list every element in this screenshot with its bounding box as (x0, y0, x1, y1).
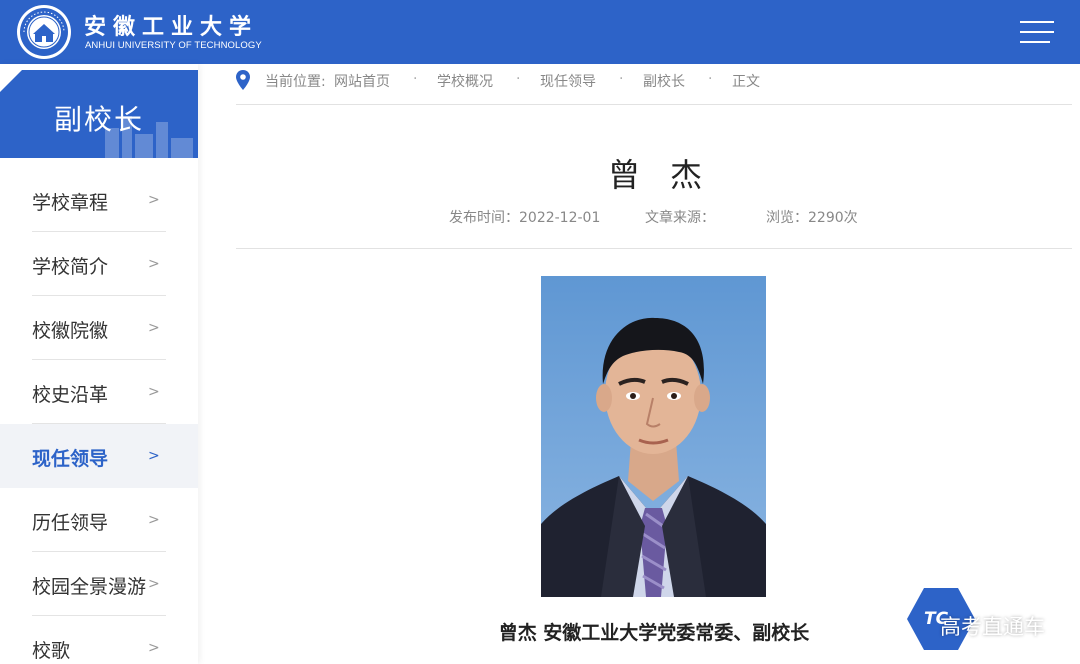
sidebar-item-label: 学校简介 (32, 256, 109, 278)
site-header: 安徽工业大学 ANHUI UNIVERSITY OF TECHNOLOGY (0, 0, 1080, 64)
divider (236, 248, 1072, 249)
sidebar-item-introduction[interactable]: 学校简介 > (0, 232, 198, 296)
sidebar-item-current-leaders[interactable]: 现任领导 > (0, 424, 198, 488)
breadcrumb-current-leaders[interactable]: 现任领导 (540, 71, 596, 91)
location-pin-icon (236, 70, 250, 90)
university-name-en[interactable]: ANHUI UNIVERSITY OF TECHNOLOGY (85, 40, 262, 51)
breadcrumb-separator: · (708, 71, 713, 87)
sidebar-item-label: 校史沿革 (32, 384, 109, 406)
publish-date: 发布时间：2022-12-01 (449, 210, 601, 226)
sidebar-item-emblem[interactable]: 校徽院徽 > (0, 296, 198, 360)
chevron-right-icon: > (148, 384, 160, 400)
breadcrumb-separator: · (619, 71, 624, 87)
university-name-cn[interactable]: 安徽工业大学 (84, 9, 258, 41)
view-count: 浏览：2290次 (766, 210, 858, 226)
sidebar-item-anthem[interactable]: 校歌 > (0, 616, 198, 664)
breadcrumb-vice-president[interactable]: 副校长 (643, 71, 685, 91)
sidebar-title: 副校长 (53, 103, 144, 136)
sidebar-item-campus-tour[interactable]: 校园全景漫游 > (0, 552, 198, 616)
university-seal-icon[interactable] (16, 4, 72, 60)
breadcrumb-separator: · (516, 71, 521, 87)
chevron-right-icon: > (148, 320, 160, 336)
chevron-right-icon: > (148, 256, 160, 272)
divider (236, 104, 1072, 105)
chevron-right-icon: > (148, 192, 160, 208)
breadcrumb-prefix: 当前位置: (265, 74, 326, 90)
sidebar-header: 副校长 (0, 70, 198, 158)
chevron-right-icon: > (148, 448, 160, 464)
sidebar-item-history[interactable]: 校史沿革 > (0, 360, 198, 424)
breadcrumb-article: 正文 (732, 74, 760, 90)
sidebar-item-charter[interactable]: 学校章程 > (0, 168, 198, 232)
portrait-photo (541, 276, 766, 597)
breadcrumb-separator: · (413, 71, 418, 87)
sidebar-item-label: 学校章程 (32, 192, 109, 214)
sidebar-item-label: 校园全景漫游 (32, 576, 147, 598)
chevron-right-icon: > (148, 640, 160, 656)
chevron-right-icon: > (148, 512, 160, 528)
sidebar-item-former-leaders[interactable]: 历任领导 > (0, 488, 198, 552)
sidebar-item-label: 校徽院徽 (32, 320, 109, 342)
sidebar-item-label: 现任领导 (32, 448, 109, 470)
sidebar: 副校长 学校章程 > 学校简介 > 校徽院徽 > 校史沿革 > 现任领导 > 历… (0, 64, 198, 664)
breadcrumb-overview[interactable]: 学校概况 (437, 71, 493, 91)
sidebar-item-label: 历任领导 (32, 512, 109, 534)
watermark-text: 高考直通车 (940, 615, 1045, 639)
chevron-right-icon: > (148, 576, 160, 592)
sidebar-item-label: 校歌 (32, 640, 71, 662)
article-title: 曾杰 (607, 156, 732, 194)
breadcrumb-home[interactable]: 网站首页 (334, 71, 390, 91)
article-source: 文章来源： (645, 210, 715, 226)
hamburger-menu-icon[interactable] (1018, 18, 1054, 46)
photo-caption: 曾杰 安徽工业大学党委常委、副校长 (498, 622, 810, 644)
